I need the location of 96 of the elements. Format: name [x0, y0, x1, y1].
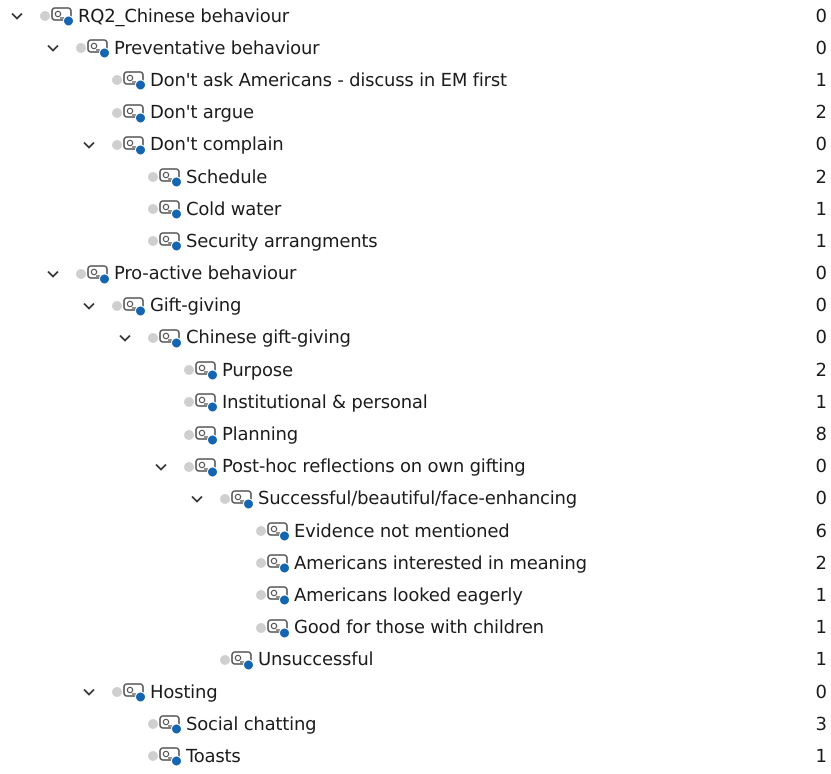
code-icon [267, 552, 291, 574]
code-name[interactable]: Preventative behaviour [114, 38, 807, 59]
code-icon [231, 488, 255, 510]
status-dot-icon [112, 75, 122, 86]
code-icon [267, 584, 291, 606]
code-name[interactable]: Cold water [186, 198, 807, 220]
code-name[interactable]: Don't complain [150, 134, 807, 156]
code-name[interactable]: Good for those with children [294, 617, 807, 638]
reference-count: 1 [814, 230, 827, 252]
reference-count: 2 [814, 102, 827, 124]
code-name[interactable]: Purpose [222, 360, 807, 381]
code-name[interactable]: Americans interested in meaning [294, 552, 807, 574]
code-name[interactable]: Post-hoc reflections on own gifting [222, 456, 807, 478]
status-dot-icon [184, 462, 194, 472]
status-dot-icon [112, 108, 122, 118]
code-icon [51, 5, 75, 28]
reference-count: 1 [814, 617, 827, 638]
status-dot-icon [184, 397, 194, 408]
status-dot-icon [112, 140, 122, 150]
status-dot-icon [256, 558, 266, 568]
reference-count: 0 [814, 456, 827, 478]
reference-count: 1 [814, 198, 827, 220]
status-dot-icon [148, 204, 158, 214]
reference-count: 1 [814, 649, 827, 670]
code-icon [159, 230, 183, 252]
code-icon [195, 391, 219, 414]
reference-count: 0 [814, 134, 827, 156]
reference-count: 1 [814, 70, 827, 91]
reference-count: 1 [814, 584, 827, 606]
status-dot-icon [148, 719, 158, 730]
code-icon [195, 456, 219, 478]
code-name[interactable]: Evidence not mentioned [294, 520, 807, 542]
reference-count: 0 [814, 263, 827, 284]
code-name[interactable]: Toasts [186, 746, 807, 767]
code-name[interactable]: Don't ask Americans - discuss in EM first [150, 70, 807, 91]
code-icon [159, 198, 183, 220]
reference-count: 1 [814, 746, 827, 767]
code-name[interactable]: Planning [222, 424, 807, 446]
code-name[interactable]: Pro-active behaviour [114, 263, 807, 284]
code-name[interactable]: Successful/beautiful/face-enhancing [258, 488, 807, 510]
code-icon [195, 424, 219, 446]
code-icon [159, 326, 183, 349]
status-dot-icon [148, 236, 158, 246]
code-name[interactable]: Gift-giving [150, 295, 807, 316]
status-dot-icon [256, 526, 266, 536]
code-name[interactable]: Hosting [150, 682, 807, 703]
code-name[interactable]: RQ2_Chinese behaviour [78, 6, 807, 27]
status-dot-icon [220, 494, 230, 504]
code-icon [231, 648, 255, 671]
status-dot-icon [256, 590, 266, 600]
code-icon [123, 69, 147, 92]
reference-count: 1 [814, 392, 827, 413]
reference-count: 6 [814, 520, 827, 542]
code-icon [159, 713, 183, 736]
reference-count: 0 [814, 327, 827, 348]
code-icon [123, 102, 147, 124]
code-name[interactable]: Chinese gift-giving [186, 327, 807, 348]
code-name[interactable]: Unsuccessful [258, 649, 807, 670]
status-dot-icon [76, 268, 86, 279]
status-dot-icon [220, 654, 230, 665]
code-icon [267, 616, 291, 639]
code-icon [123, 681, 147, 704]
reference-count: 2 [814, 166, 827, 188]
reference-count: 3 [814, 714, 827, 735]
code-icon [159, 166, 183, 188]
code-icon [123, 294, 147, 317]
code-icon [87, 262, 111, 285]
reference-count: 0 [814, 38, 827, 59]
reference-count: 0 [814, 295, 827, 316]
status-dot-icon [76, 43, 86, 54]
code-icon [159, 745, 183, 768]
code-icon [87, 37, 111, 60]
status-dot-icon [184, 430, 194, 440]
reference-count: 8 [814, 424, 827, 446]
code-name[interactable]: Institutional & personal [222, 392, 807, 413]
code-name[interactable]: Schedule [186, 166, 807, 188]
status-dot-icon [40, 11, 50, 22]
code-icon [123, 134, 147, 156]
status-dot-icon [148, 751, 158, 762]
reference-count: 2 [814, 552, 827, 574]
status-dot-icon [112, 687, 122, 698]
code-name[interactable]: Social chatting [186, 714, 807, 735]
code-icon [195, 359, 219, 382]
reference-count: 2 [814, 360, 827, 381]
code-name[interactable]: Americans looked eagerly [294, 584, 807, 606]
code-name[interactable]: Security arrangments [186, 230, 807, 252]
status-dot-icon [256, 622, 266, 633]
status-dot-icon [112, 300, 122, 311]
reference-count: 0 [814, 6, 827, 27]
reference-count: 0 [814, 488, 827, 510]
status-dot-icon [148, 332, 158, 343]
status-dot-icon [184, 365, 194, 376]
status-dot-icon [148, 172, 158, 182]
code-name[interactable]: Don't argue [150, 102, 807, 124]
code-icon [267, 520, 291, 542]
reference-count: 0 [814, 682, 827, 703]
